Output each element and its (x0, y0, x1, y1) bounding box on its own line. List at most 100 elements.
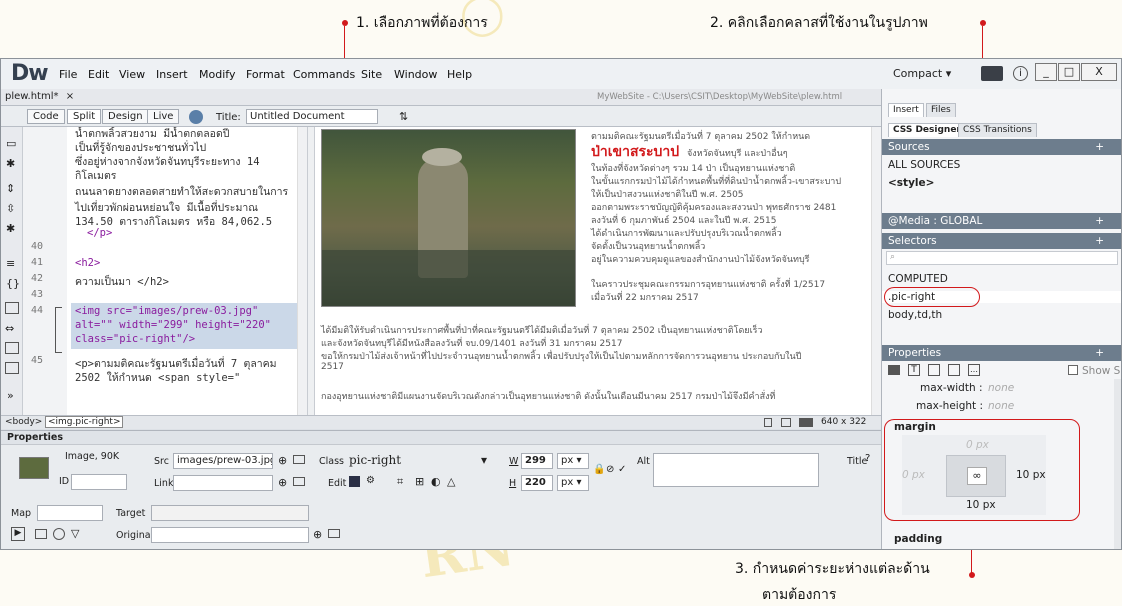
line-numbers-icon[interactable]: ≡ (6, 257, 15, 270)
title-input[interactable]: Untitled Document (246, 109, 378, 124)
edit-settings-icon[interactable]: ⚙ (366, 475, 375, 486)
link-field[interactable] (173, 475, 273, 491)
class-select[interactable]: pic-right ▾ (349, 453, 489, 469)
commit-size-icon[interactable]: ✓ (618, 464, 626, 475)
menu-view[interactable]: View (119, 68, 145, 81)
menu-file[interactable]: File (59, 68, 77, 81)
add-source-icon[interactable]: + (1095, 139, 1104, 155)
browse-folder-icon[interactable] (328, 529, 340, 538)
brightness-icon[interactable]: ◐ (431, 475, 441, 488)
selector-computed[interactable]: COMPUTED (882, 273, 948, 285)
background-category-icon[interactable] (948, 364, 960, 376)
selector-search-field[interactable]: ⌕ (886, 251, 1118, 265)
sharpen-icon[interactable]: △ (447, 475, 455, 488)
recent-snippets-icon[interactable] (5, 362, 19, 374)
border-category-icon[interactable] (928, 364, 940, 376)
point-to-file-icon[interactable]: ⊕ (278, 454, 287, 467)
more-category-icon[interactable]: … (968, 364, 980, 376)
tag-selector-body[interactable]: <body> (5, 417, 42, 427)
fold-marker-icon[interactable] (55, 307, 62, 353)
original-field[interactable] (151, 527, 309, 543)
close-icon[interactable]: × (66, 91, 74, 102)
link-margins-icon[interactable]: ∞ (967, 467, 987, 485)
code-view-button[interactable]: Code (27, 109, 65, 124)
resample-icon[interactable]: ⊞ (415, 475, 424, 488)
desktop-size-icon[interactable] (799, 418, 813, 427)
browser-preview-icon[interactable] (189, 110, 203, 124)
properties-scrollbar[interactable] (1114, 379, 1121, 549)
menu-modify[interactable]: Modify (199, 68, 235, 81)
tab-css-designer[interactable]: CSS Designer (888, 123, 966, 137)
alt-field[interactable] (653, 453, 819, 487)
src-field[interactable]: images/prew-03.jpg (173, 453, 273, 469)
target-select[interactable] (151, 505, 309, 521)
crop-icon[interactable]: ⌗ (397, 475, 403, 489)
lock-aspect-icon[interactable]: 🔒 (593, 464, 605, 475)
width-field[interactable]: 299 (521, 453, 553, 469)
workspace-switcher[interactable]: Compact ▾ (893, 67, 951, 80)
sync-settings-icon[interactable] (981, 66, 1003, 81)
max-width-value[interactable]: none (982, 382, 1014, 394)
minimize-button[interactable]: _ (1035, 63, 1057, 81)
code-pane[interactable]: น้ำตกพลิ้วสวยงาม มีน้ำตกตลอดปี เป็นที่รู… (67, 127, 307, 427)
point-to-file-icon[interactable]: ⊕ (278, 476, 287, 489)
map-field[interactable] (37, 505, 103, 521)
add-selector-icon[interactable]: + (1095, 233, 1104, 249)
live-view-button[interactable]: Live (147, 109, 180, 124)
menu-window[interactable]: Window (394, 68, 437, 81)
split-view-button[interactable]: Split (67, 109, 102, 124)
document-tab[interactable]: plew.html* × (5, 91, 74, 102)
layout-category-icon[interactable] (888, 365, 900, 375)
polygon-hotspot-icon[interactable]: ▽ (71, 527, 79, 540)
menu-edit[interactable]: Edit (88, 68, 109, 81)
wrap-tag-icon[interactable] (5, 342, 19, 354)
browse-folder-icon[interactable] (293, 455, 305, 464)
width-unit-select[interactable]: px ▾ (557, 453, 589, 469)
circle-hotspot-icon[interactable] (53, 528, 65, 540)
close-button[interactable]: X (1081, 63, 1117, 81)
comment-icon[interactable] (5, 302, 19, 314)
remove-comment-icon[interactable]: ⇔ (5, 322, 14, 335)
split-divider[interactable] (307, 127, 315, 427)
window-size[interactable]: 640 x 322 (821, 417, 866, 427)
info-icon[interactable]: i (1013, 66, 1028, 81)
margin-top-value[interactable]: 0 px (960, 439, 989, 451)
open-documents-icon[interactable]: ▭ (6, 137, 16, 150)
help-icon[interactable]: ? (865, 453, 870, 464)
id-field[interactable] (71, 474, 127, 490)
menu-format[interactable]: Format (246, 68, 285, 81)
point-to-file-icon[interactable]: ⊕ (313, 528, 322, 541)
media-header[interactable]: @Media : GLOBAL + (882, 213, 1121, 229)
edit-photoshop-icon[interactable] (349, 476, 360, 487)
margin-right-value[interactable]: 10 px (1010, 469, 1046, 481)
selector-body[interactable]: body,td,th (882, 309, 942, 321)
rect-hotspot-icon[interactable] (35, 529, 47, 539)
design-scrollbar[interactable] (871, 127, 881, 427)
balance-braces-icon[interactable]: ✱ (6, 222, 15, 235)
margin-bottom-value[interactable]: 10 px (960, 499, 996, 511)
menu-help[interactable]: Help (447, 68, 472, 81)
max-height-value[interactable]: none (982, 400, 1014, 412)
menu-site[interactable]: Site (361, 68, 382, 81)
highlight-invalid-icon[interactable]: {} (6, 277, 20, 290)
tab-files[interactable]: Files (926, 103, 956, 117)
add-property-icon[interactable]: + (1095, 345, 1104, 361)
source-all[interactable]: ALL SOURCES (882, 159, 960, 171)
collapse-icon[interactable]: ✱ (6, 157, 15, 170)
tag-selector-img[interactable]: <img.pic-right> (45, 416, 124, 428)
design-view[interactable]: ตามมติคณะรัฐมนตรีเมื่อวันที่ 7 ตุลาคม 25… (315, 127, 881, 427)
reset-size-icon[interactable]: ⊘ (606, 464, 614, 475)
maximize-button[interactable]: □ (1058, 63, 1080, 81)
selected-image[interactable] (321, 129, 576, 307)
height-unit-select[interactable]: px ▾ (557, 475, 589, 491)
margin-left-value[interactable]: 0 px (896, 469, 925, 481)
height-field[interactable]: 220 (521, 475, 553, 491)
expand-all-icon[interactable]: ⇕ (6, 182, 15, 195)
code-scrollbar[interactable] (297, 127, 307, 427)
text-category-icon[interactable]: T (908, 364, 920, 376)
source-style[interactable]: <style> (882, 177, 934, 189)
menu-commands[interactable]: Commands (293, 68, 355, 81)
pointer-hotspot-icon[interactable]: ▶ (11, 527, 25, 541)
file-management-icon[interactable]: ⇅ (399, 110, 408, 123)
more-tools-icon[interactable]: » (7, 389, 14, 402)
